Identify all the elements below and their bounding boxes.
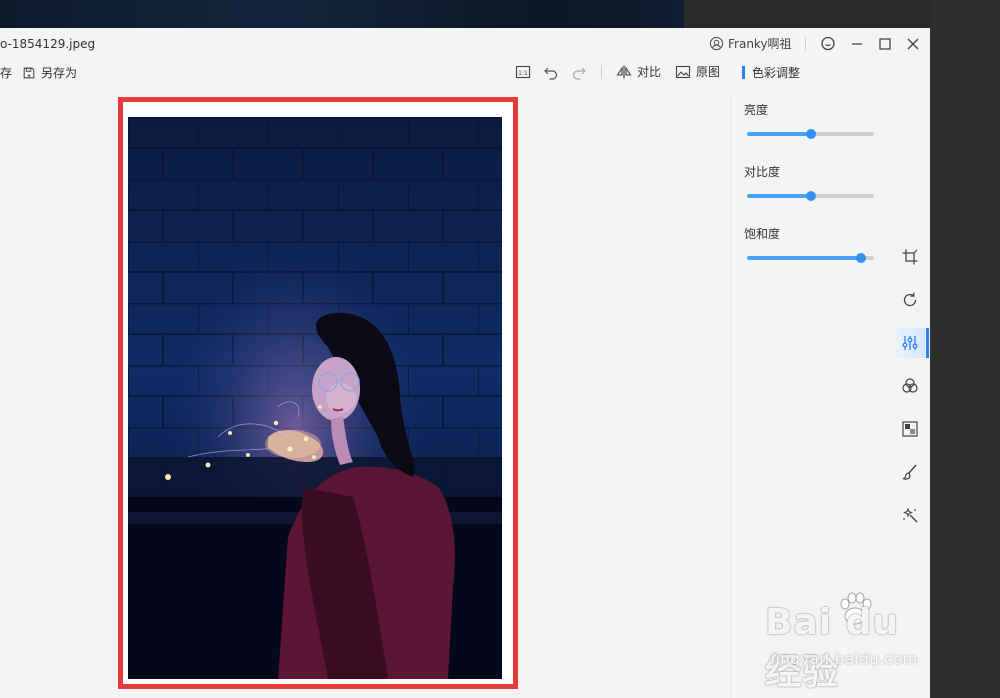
baidu-watermark: Bai du 经验 jingyan.baidu.com bbox=[765, 590, 945, 693]
toolbar-divider bbox=[601, 64, 602, 79]
contrast-slider[interactable] bbox=[747, 191, 874, 201]
chat-bubble-icon bbox=[821, 36, 835, 51]
image-icon bbox=[675, 65, 691, 78]
brush-tool-button[interactable] bbox=[895, 457, 925, 487]
close-icon bbox=[907, 38, 919, 50]
view-toolbar: 1:1 对比 原图 bbox=[515, 63, 720, 80]
filter-tool-button[interactable] bbox=[895, 371, 925, 401]
undo-icon bbox=[544, 67, 558, 80]
actual-size-icon: 1:1 bbox=[515, 65, 531, 78]
photo-illustration bbox=[128, 117, 502, 679]
save-as-label: 另存为 bbox=[41, 66, 78, 80]
minimize-icon bbox=[852, 43, 862, 45]
adjust-sliders-icon bbox=[902, 336, 918, 350]
panel-header-accent bbox=[742, 66, 745, 79]
watermark-url: jingyan.baidu.com bbox=[771, 650, 918, 668]
slider-handle[interactable] bbox=[805, 191, 816, 201]
brightness-slider[interactable] bbox=[747, 129, 874, 139]
user-avatar-icon bbox=[709, 36, 724, 51]
slider-handle[interactable] bbox=[805, 129, 816, 139]
original-button[interactable]: 原图 bbox=[675, 63, 720, 80]
saturation-slider[interactable] bbox=[747, 253, 874, 263]
redo-icon bbox=[572, 67, 586, 80]
panel-title: 色彩调整 bbox=[752, 66, 801, 80]
compare-button[interactable]: 对比 bbox=[616, 63, 661, 80]
save-button[interactable]: 存 bbox=[0, 64, 12, 81]
file-name: o-1854129.jpeg bbox=[0, 37, 96, 51]
crop-tool-button[interactable] bbox=[895, 242, 925, 272]
panel-header: 色彩调整 bbox=[742, 64, 800, 81]
slider-fill bbox=[747, 256, 862, 260]
brush-icon bbox=[902, 464, 917, 480]
edited-photo[interactable] bbox=[128, 117, 502, 679]
user-name: Franky啊祖 bbox=[728, 37, 792, 51]
title-bar: o-1854129.jpeg Franky啊祖 bbox=[0, 28, 930, 60]
save-as-icon bbox=[23, 67, 35, 78]
slider-fill bbox=[747, 132, 811, 136]
original-label: 原图 bbox=[696, 65, 721, 79]
svg-text:1:1: 1:1 bbox=[518, 70, 528, 77]
redo-button[interactable] bbox=[571, 64, 587, 80]
magic-tool-button[interactable] bbox=[895, 500, 925, 530]
save-as-button[interactable]: 另存为 bbox=[22, 64, 77, 81]
compare-icon bbox=[616, 65, 632, 78]
minimize-button[interactable] bbox=[849, 36, 865, 52]
background-photo-strip bbox=[0, 0, 684, 28]
crop-icon bbox=[902, 249, 918, 265]
slider-label-contrast: 对比度 bbox=[744, 165, 781, 179]
file-toolbar: 存 另存为 bbox=[0, 64, 77, 81]
mosaic-icon bbox=[902, 421, 918, 437]
maximize-button[interactable] bbox=[877, 36, 893, 52]
watermark-logo-text: Bai du 经验 bbox=[765, 602, 900, 693]
compare-label: 对比 bbox=[637, 65, 662, 79]
close-button[interactable] bbox=[905, 36, 921, 52]
actual-size-button[interactable]: 1:1 bbox=[515, 64, 531, 80]
title-divider bbox=[805, 37, 806, 51]
slider-label-brightness: 亮度 bbox=[744, 103, 769, 117]
slider-fill bbox=[747, 194, 811, 198]
magic-wand-icon bbox=[903, 507, 918, 523]
feedback-button[interactable] bbox=[820, 36, 836, 52]
slider-label-saturation: 饱和度 bbox=[744, 227, 781, 241]
mosaic-tool-button[interactable] bbox=[895, 414, 925, 444]
color-adjust-tool-button[interactable] bbox=[895, 328, 929, 358]
user-account[interactable]: Franky啊祖 bbox=[709, 35, 792, 52]
filter-icon bbox=[902, 378, 918, 393]
maximize-icon bbox=[879, 38, 891, 50]
undo-button[interactable] bbox=[543, 64, 559, 80]
rotate-tool-button[interactable] bbox=[895, 285, 925, 315]
rotate-icon bbox=[903, 292, 917, 307]
